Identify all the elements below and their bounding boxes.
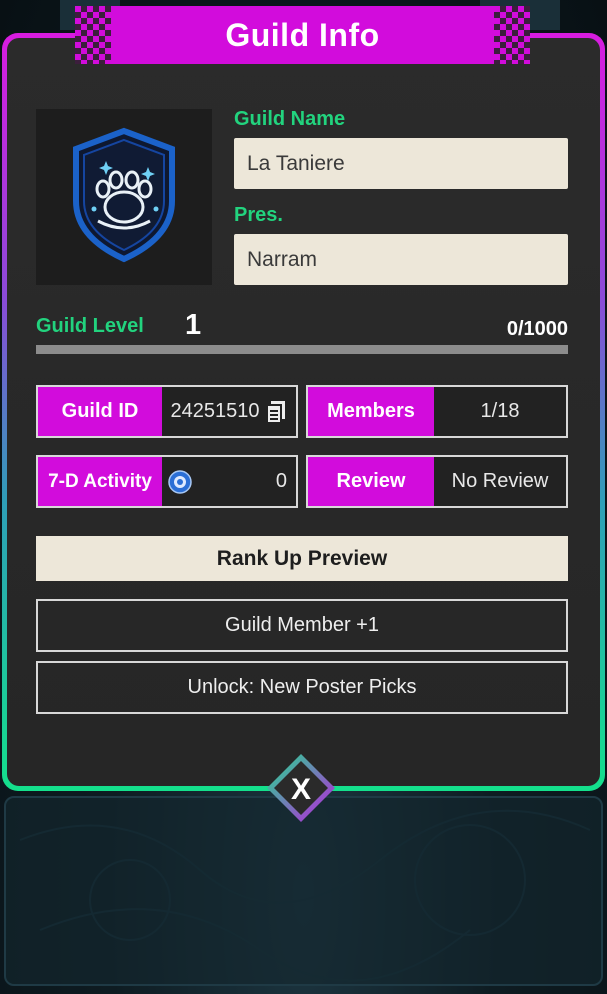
close-icon: X (267, 754, 335, 822)
guild-level-progress-bar (36, 345, 568, 354)
review-label: Review (308, 457, 434, 506)
rank-up-perk-item: Guild Member +1 (36, 599, 568, 652)
guild-level-label: Guild Level (36, 315, 144, 337)
review-box: Review No Review (306, 455, 568, 508)
guild-emblem[interactable] (36, 109, 212, 285)
guild-id-label: Guild ID (38, 387, 162, 436)
president-field[interactable]: Narram (234, 234, 568, 285)
checker-decoration-right (494, 6, 530, 64)
guild-id-value: 24251510 (170, 400, 260, 422)
paw-shield-icon (73, 127, 175, 263)
close-button[interactable]: X (265, 752, 337, 824)
background-lower-panel (4, 796, 603, 986)
activity-value: 0 (275, 470, 287, 492)
guild-level-progress-text: 0/1000 (506, 318, 568, 340)
guild-id-box: Guild ID 24251510 (36, 385, 298, 438)
members-value: 1/18 (480, 400, 520, 422)
members-label: Members (308, 387, 434, 436)
guild-name-label: Guild Name (234, 108, 346, 130)
copy-icon[interactable] (265, 400, 287, 424)
title-banner: Guild Info (75, 6, 530, 64)
dialog-title: Guild Info (225, 16, 380, 53)
guild-name-field[interactable]: La Taniere (234, 138, 568, 189)
checker-decoration-left (75, 6, 111, 64)
activity-token-icon (168, 469, 192, 494)
president-label: Pres. (234, 204, 283, 226)
guild-id-value-group: 24251510 (162, 387, 296, 436)
rank-up-preview-button[interactable]: Rank Up Preview (36, 536, 568, 581)
activity-box: 7-D Activity 0 (36, 455, 298, 508)
activity-label: 7-D Activity (38, 457, 162, 506)
rank-up-perk-item: Unlock: New Poster Picks (36, 661, 568, 714)
guild-level-value: 1 (185, 309, 202, 341)
activity-value-group: 0 (162, 457, 296, 506)
members-box: Members 1/18 (306, 385, 568, 438)
close-label: X (291, 773, 311, 806)
review-value: No Review (451, 470, 549, 492)
